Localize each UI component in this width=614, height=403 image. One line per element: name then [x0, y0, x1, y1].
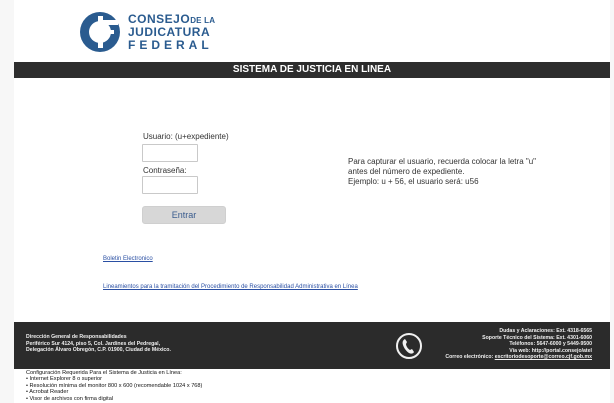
cjf-logo-icon [80, 12, 120, 52]
footer-contact: Dudas y Aclaraciones: Ext. 4318-6565 Sop… [445, 328, 592, 361]
password-label: Contraseña: [143, 166, 187, 175]
logo-line1-main: CONSEJO [128, 12, 191, 26]
footer-email: Correo electrónico: escritoriodesoporte@… [445, 354, 592, 361]
phone-icon [396, 333, 422, 359]
help-instructions: Para capturar el usuario, recuerda coloc… [348, 157, 536, 176]
logo-wordmark: CONSEJODE LA JUDICATURA FEDERAL [128, 13, 215, 51]
user-input[interactable] [142, 144, 198, 162]
password-input[interactable] [142, 176, 198, 194]
footer: Dirección General de Responsabilidades P… [14, 322, 610, 369]
login-button[interactable]: Entrar [142, 206, 226, 224]
footer-email-label: Correo electrónico: [445, 354, 494, 360]
boletin-link[interactable]: Boletin Electronico [103, 256, 153, 262]
logo-line3: FEDERAL [128, 38, 213, 52]
cjf-logo: CONSEJODE LA JUDICATURA FEDERAL [78, 10, 215, 54]
config-item: • Visor de archivos con firma digital [26, 395, 114, 402]
footer-email-link[interactable]: escritoriodesoporte@correo.cjf.gob.mx [495, 354, 592, 360]
lineamientos-link[interactable]: Lineamientos para la tramitación del Pro… [103, 284, 358, 290]
footer-address: Dirección General de Responsabilidades P… [26, 334, 171, 354]
footer-address-line: Delegación Álvaro Obregón, C.P. 01900, C… [26, 347, 171, 353]
logo-line2: JUDICATURA [128, 25, 211, 39]
config-requirements: Configuración Requerida Para el Sistema … [26, 370, 202, 402]
help-text: Para capturar el usuario, recuerda coloc… [348, 157, 538, 187]
page-title: SISTEMA DE JUSTICIA EN LINEA [14, 62, 610, 78]
logo-line1-small: DE LA [190, 16, 216, 25]
help-example: Ejemplo: u + 56, el usuario será: u56 [348, 177, 479, 186]
page-frame: CONSEJODE LA JUDICATURA FEDERAL SISTEMA … [14, 0, 610, 403]
page-background: CONSEJODE LA JUDICATURA FEDERAL SISTEMA … [0, 0, 614, 403]
user-label: Usuario: (u+expediente) [143, 132, 229, 141]
